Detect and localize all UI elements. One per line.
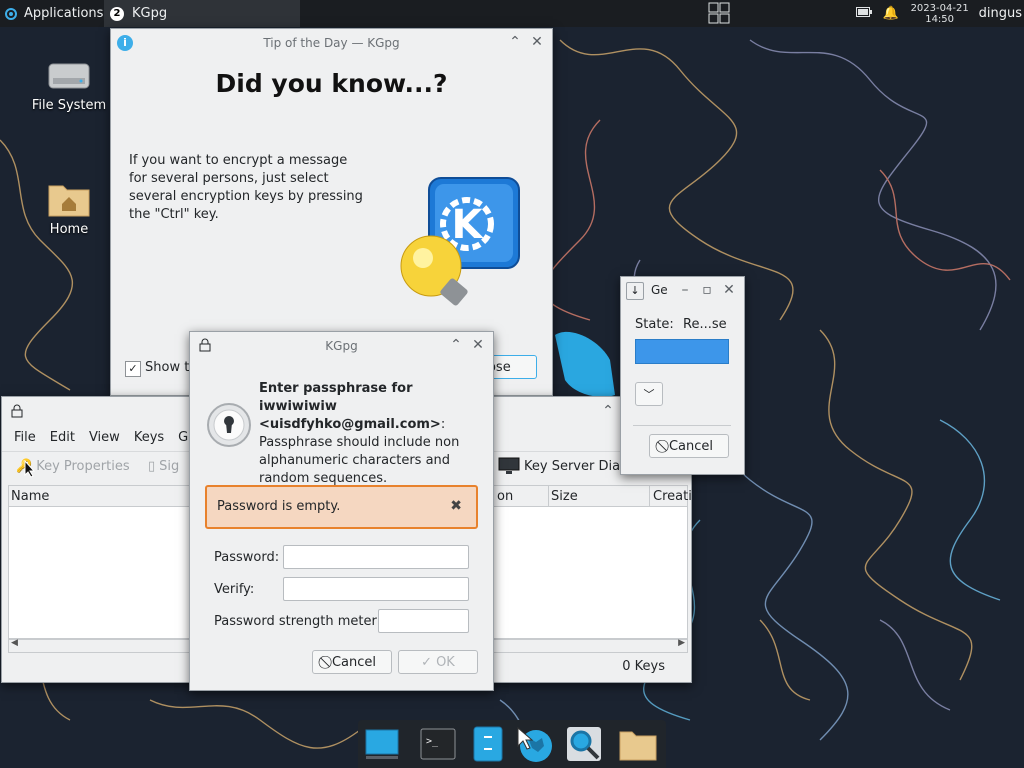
gen-titlebar[interactable]: ↓ Ge – ▫ ✕ <box>621 277 744 305</box>
passphrase-prompt: Enter passphrase for iwwiwiwiw <uisdfyhk… <box>259 380 481 488</box>
desktop-icon-filesystem[interactable]: File System <box>26 58 112 113</box>
sign-icon: ▯ <box>148 459 156 474</box>
kde-lightbulb-icon: K <box>400 177 520 306</box>
clock-time: 14:50 <box>925 13 955 25</box>
tip-text: If you want to encrypt a message for sev… <box>129 153 363 222</box>
dialog-ok-button[interactable]: ✓ OK <box>398 650 478 674</box>
gen-cancel-button[interactable]: ⃠ Cancel <box>649 434 729 458</box>
show-tips-label: Show ti <box>145 360 193 375</box>
strength-meter-label: Password strength meter: <box>214 614 381 629</box>
maximize-icon[interactable]: ⌃ <box>507 34 523 50</box>
battery-icon[interactable] <box>856 6 873 21</box>
gen-close-icon[interactable]: ✕ <box>721 282 737 298</box>
svg-text:K: K <box>452 202 485 248</box>
notification-bell-icon[interactable]: 🔔 <box>882 6 898 21</box>
drive-icon <box>48 63 90 89</box>
desktop-icon-home[interactable]: Home <box>26 180 112 237</box>
lock-icon <box>11 404 23 418</box>
tip-heading: Did you know...? <box>215 69 448 98</box>
sign-button[interactable]: ▯ Sig <box>148 459 179 474</box>
home-label: Home <box>49 222 89 237</box>
tip-titlebar[interactable]: i Tip of the Day — KGpg ⌃ ✕ <box>111 29 552 57</box>
verify-label: Verify: <box>214 582 255 597</box>
gen-maximize-icon[interactable]: ▫ <box>699 282 715 298</box>
show-tips-checkbox[interactable]: ✓ <box>125 361 141 377</box>
error-message-box: Password is empty. ✖ <box>205 485 478 529</box>
menu-keys[interactable]: Keys <box>134 430 164 445</box>
keep-above-icon[interactable]: ↓ <box>626 282 644 300</box>
password-input[interactable] <box>283 545 469 569</box>
dock: >_ <box>358 720 666 768</box>
filesystem-label: File System <box>31 98 107 113</box>
key-server-dialog-button[interactable]: Key Server Dialo <box>498 457 632 475</box>
dock-browser-icon[interactable] <box>514 724 554 764</box>
dialog-maximize-icon[interactable]: ⌃ <box>448 337 464 353</box>
verify-input[interactable] <box>283 577 469 601</box>
dock-folder-icon[interactable] <box>618 724 658 764</box>
close-icon[interactable]: ✕ <box>529 34 545 50</box>
applications-icon <box>5 7 17 20</box>
applications-label: Applications <box>24 6 104 21</box>
scroll-left-icon[interactable]: ◀ <box>11 638 18 648</box>
column-size[interactable]: Size <box>551 489 578 504</box>
state-value: Re...se <box>683 317 727 332</box>
gen-minimize-icon[interactable]: – <box>677 282 693 298</box>
progress-bar <box>635 339 729 364</box>
gen-window-title: Ge <box>651 283 668 297</box>
keyhole-icon <box>207 403 251 447</box>
menu-view[interactable]: View <box>89 430 120 445</box>
applications-menu[interactable]: Applications ⋮ <box>0 0 120 27</box>
error-close-icon[interactable]: ✖ <box>450 498 462 514</box>
prompt-bold: Enter passphrase for iwwiwiwiw <uisdfyhk… <box>259 381 441 432</box>
mouse-cursor-icon <box>24 460 36 478</box>
menu-edit[interactable]: Edit <box>50 430 75 445</box>
home-folder-icon <box>48 185 90 217</box>
key-properties-label: Key Properties <box>36 459 130 474</box>
passphrase-dialog: KGpg ⌃ ✕ Enter passphrase for iwwiwiwiw … <box>189 331 494 691</box>
menu-bar: File Edit View Keys Gr <box>14 430 194 445</box>
password-strength-meter <box>378 609 469 633</box>
details-toggle-button[interactable]: ﹀ <box>635 382 663 406</box>
user-menu[interactable]: dingus <box>979 6 1022 21</box>
key-server-label: Key Server Dialo <box>524 458 632 474</box>
taskbar-item-kgpg[interactable]: 2 KGpg <box>104 0 300 27</box>
top-panel: Applications ⋮ 2 KGpg 🔔 2023-04-21 14:50… <box>0 0 1024 27</box>
dialog-ok-label: OK <box>436 654 455 670</box>
ok-check-icon: ✓ <box>421 654 433 670</box>
dock-show-desktop-icon[interactable] <box>362 724 402 764</box>
dialog-cancel-button[interactable]: ⃠ Cancel <box>312 650 392 674</box>
gen-cancel-label: Cancel <box>668 438 714 454</box>
column-creation[interactable]: Creati <box>653 489 691 504</box>
column-expiration[interactable]: on <box>497 489 513 504</box>
task-label: KGpg <box>132 6 168 21</box>
dialog-close-icon[interactable]: ✕ <box>470 337 486 353</box>
column-name[interactable]: Name <box>11 489 49 504</box>
dock-search-icon[interactable] <box>564 724 604 764</box>
clock-date: 2023-04-21 <box>910 2 969 14</box>
dock-file-manager-icon[interactable] <box>468 724 508 764</box>
menu-file[interactable]: File <box>14 430 36 445</box>
monitor-icon <box>498 457 520 474</box>
scroll-right-icon[interactable]: ▶ <box>678 638 685 648</box>
error-message-text: Password is empty. <box>217 499 341 514</box>
main-maximize-icon[interactable]: ⌃ <box>600 403 616 419</box>
clock[interactable]: 2023-04-21 14:50 <box>909 3 971 25</box>
chevron-down-icon: ﹀ <box>643 388 655 401</box>
dock-terminal-icon[interactable]: >_ <box>418 724 458 764</box>
workspace-switcher-icon[interactable] <box>707 1 731 25</box>
passphrase-titlebar[interactable]: KGpg ⌃ ✕ <box>190 332 493 360</box>
tip-window-title: Tip of the Day — KGpg <box>263 36 400 50</box>
status-key-count: 0 Keys <box>622 659 665 674</box>
sign-label: Sig <box>159 459 180 474</box>
state-label: State: <box>635 317 674 332</box>
svg-text:>_: >_ <box>426 736 439 747</box>
task-count-badge: 2 <box>110 6 124 21</box>
password-label: Password: <box>214 550 280 565</box>
generate-key-window: ↓ Ge – ▫ ✕ State: Re...se ﹀ ⃠ Cancel <box>620 276 745 475</box>
dialog-cancel-label: Cancel <box>331 654 377 670</box>
